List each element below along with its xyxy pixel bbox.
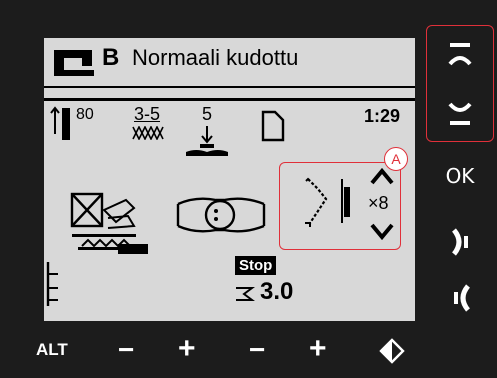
zigzag-icon bbox=[132, 126, 164, 140]
stitch-width-value: 3-5 bbox=[134, 104, 161, 124]
presser-foot-letter: B bbox=[102, 44, 120, 71]
stitch-width-plus-button[interactable]: + bbox=[178, 332, 196, 366]
stitch-sequence-highlight bbox=[279, 162, 401, 250]
sewing-machine-panel: B Normaali kudottu 80 3-5 5 1:29 ×8 Stop… bbox=[0, 0, 497, 378]
sewing-machine-icon bbox=[54, 50, 94, 76]
thread-spool-icon bbox=[261, 110, 285, 142]
stitch-length-mode-icon bbox=[236, 287, 255, 301]
status-divider bbox=[44, 98, 415, 101]
presser-foot-icon bbox=[186, 126, 228, 156]
time-value: 1:29 bbox=[364, 106, 401, 126]
presser-foot-pressure-value: 5 bbox=[202, 104, 213, 124]
ok-button[interactable]: OK bbox=[438, 164, 482, 188]
foot-grid-icon[interactable] bbox=[172, 190, 270, 240]
stitch-length-value: 3.0 bbox=[260, 278, 294, 305]
stitch-length-icon bbox=[46, 262, 58, 306]
header-divider bbox=[44, 86, 415, 88]
stitch-title: Normaali kudottu bbox=[132, 45, 299, 70]
alt-button[interactable]: ALT bbox=[36, 340, 68, 360]
scroll-down-button[interactable] bbox=[446, 98, 474, 128]
needle-icon bbox=[50, 106, 70, 140]
stitch-length-minus-button[interactable]: − bbox=[249, 334, 265, 366]
stitch-width-icon[interactable] bbox=[68, 190, 140, 252]
scroll-up-button[interactable] bbox=[446, 40, 474, 70]
callout-a: A bbox=[384, 147, 408, 171]
stitch-mode-icon bbox=[118, 244, 148, 254]
stitch-width-minus-button[interactable]: − bbox=[118, 334, 134, 366]
stop-label[interactable]: Stop bbox=[235, 256, 277, 275]
chevron-left-icon[interactable] bbox=[450, 284, 472, 312]
chevron-right-icon[interactable] bbox=[450, 228, 472, 256]
diamond-icon[interactable] bbox=[379, 338, 405, 364]
needle-position-value: 80 bbox=[76, 106, 94, 123]
stitch-length-plus-button[interactable]: + bbox=[309, 332, 327, 366]
